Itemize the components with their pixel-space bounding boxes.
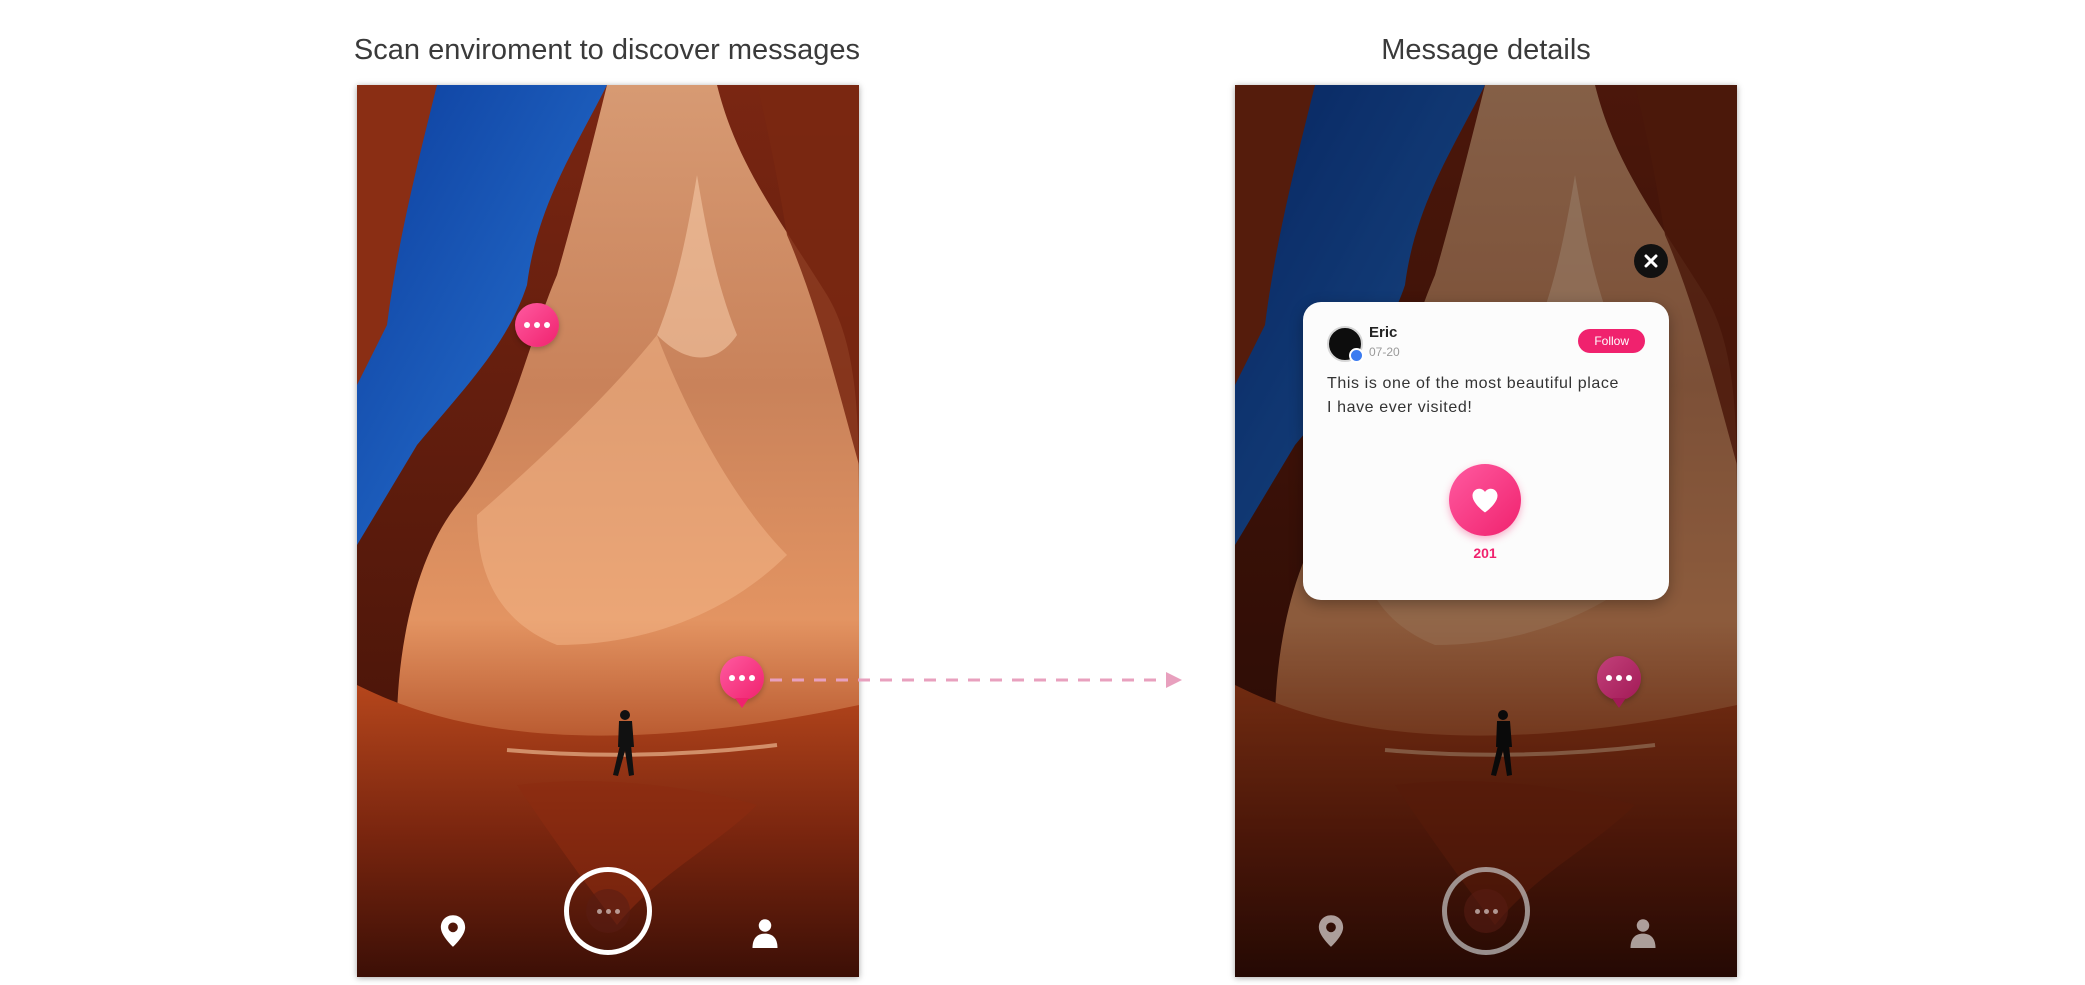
capture-button[interactable] <box>1442 867 1530 955</box>
follow-button[interactable]: Follow <box>1578 329 1645 353</box>
close-icon <box>1644 254 1658 268</box>
message-marker-2[interactable] <box>1597 656 1641 708</box>
avatar[interactable] <box>1327 326 1364 363</box>
message-card: Eric 07-20 Follow This is one of the mos… <box>1303 302 1669 600</box>
like-button[interactable] <box>1449 464 1521 536</box>
left-panel-title: Scan enviroment to discover messages <box>353 34 861 66</box>
like-count: 201 <box>1473 545 1497 561</box>
message-marker-2[interactable] <box>720 656 764 708</box>
message-text: This is one of the most beautiful place … <box>1327 375 1619 416</box>
details-screen: Eric 07-20 Follow This is one of the mos… <box>1235 85 1737 977</box>
chat-bubble-icon <box>1464 889 1508 933</box>
author-name[interactable]: Eric <box>1369 324 1397 341</box>
chat-bubble-icon <box>586 889 630 933</box>
message-marker-1[interactable] <box>515 303 559 347</box>
user-icon[interactable] <box>1628 916 1658 950</box>
user-icon[interactable] <box>750 916 780 950</box>
location-pin-icon[interactable] <box>1316 914 1346 948</box>
flow-arrow <box>770 672 1182 688</box>
capture-button[interactable] <box>564 867 652 955</box>
heart-icon <box>1472 488 1498 513</box>
verified-badge-icon <box>1349 348 1364 363</box>
location-pin-icon[interactable] <box>438 914 468 948</box>
post-date: 07-20 <box>1369 345 1400 359</box>
scan-screen <box>357 85 859 977</box>
canyon-photo <box>357 85 859 977</box>
right-panel-title: Message details <box>1381 34 1591 66</box>
close-button[interactable] <box>1634 244 1668 278</box>
